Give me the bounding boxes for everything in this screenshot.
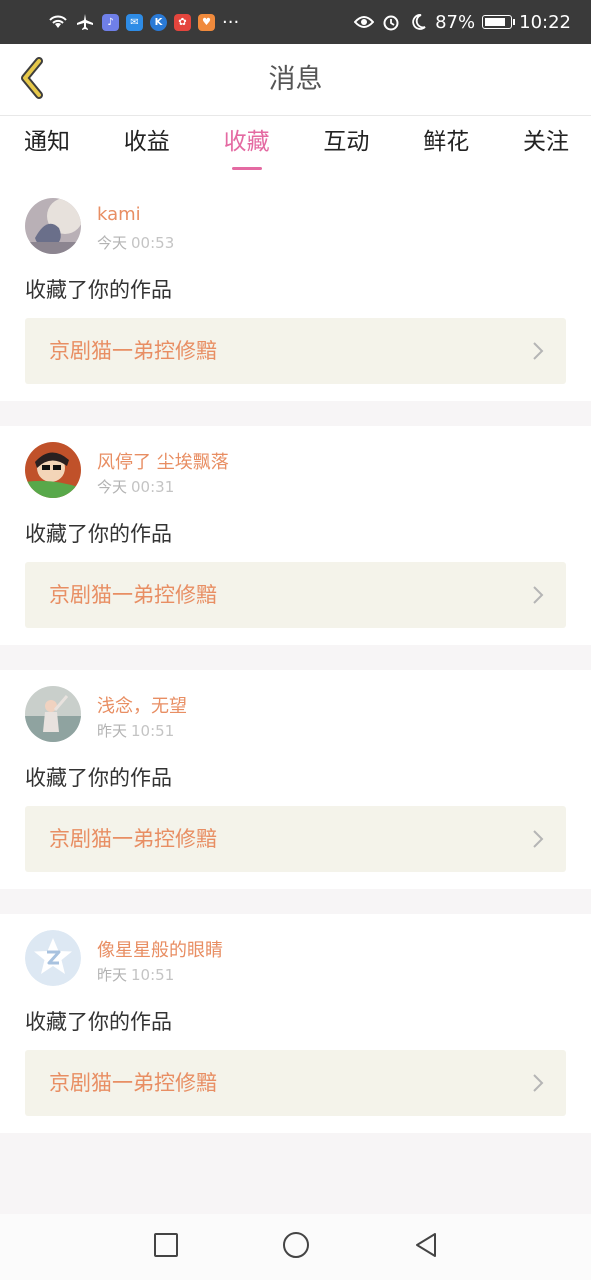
more-notifications: ···	[222, 11, 240, 33]
huawei-app-icon: ✿	[174, 13, 191, 31]
battery-percent: 87%	[435, 11, 476, 33]
username[interactable]: 风停了 尘埃飘落	[97, 448, 229, 474]
action-text: 收藏了你的作品	[25, 522, 172, 546]
page-title: 消息	[268, 64, 323, 95]
system-nav-bar	[0, 1214, 591, 1280]
time-day: 今天	[97, 234, 128, 252]
chevron-right-icon	[532, 341, 544, 365]
message-list: kami 今天 00:53 收藏了你的作品 京剧猫一弟控修黯 风停了 尘埃飘落 今…	[0, 182, 591, 1158]
heart-app-icon: ♥	[198, 13, 215, 31]
wifi-icon	[48, 12, 68, 32]
username[interactable]: kami	[97, 204, 141, 225]
music-app-icon: ♪	[102, 13, 119, 31]
timestamp: 昨天 10:51	[97, 964, 174, 985]
avatar[interactable]	[25, 198, 81, 254]
back-nav-button[interactable]	[411, 1232, 441, 1262]
timestamp: 今天 00:53	[97, 232, 174, 253]
time-day: 今天	[97, 478, 128, 496]
battery-icon	[482, 15, 516, 29]
action-text: 收藏了你的作品	[25, 1010, 172, 1034]
tab-label: 鲜花	[423, 129, 470, 155]
message-card: 风停了 尘埃飘落 今天 00:31 收藏了你的作品 京剧猫一弟控修黯	[0, 426, 591, 645]
time-clock: 10:51	[131, 966, 175, 984]
chevron-right-icon	[532, 1073, 544, 1097]
header: 消息	[0, 44, 591, 116]
time-clock: 00:31	[131, 478, 175, 496]
timestamp: 昨天 10:51	[97, 720, 174, 741]
tab-label: 互动	[323, 129, 370, 155]
alarm-icon	[381, 12, 401, 32]
clock-time: 10:22	[519, 11, 571, 33]
time-clock: 00:53	[131, 234, 175, 252]
tab-notifications[interactable]: 通知	[24, 116, 70, 182]
tab-flowers[interactable]: 鲜花	[423, 116, 469, 182]
tab-label: 收益	[123, 129, 170, 155]
battery-level	[485, 18, 505, 26]
chevron-right-icon	[532, 585, 544, 609]
work-link[interactable]: 京剧猫一弟控修黯	[25, 806, 566, 872]
message-card: 浅念，无望 昨天 10:51 收藏了你的作品 京剧猫一弟控修黯	[0, 670, 591, 889]
tab-earnings[interactable]: 收益	[124, 116, 170, 182]
message-card: 像星星般的眼睛 昨天 10:51 收藏了你的作品 京剧猫一弟控修黯	[0, 914, 591, 1133]
home-button[interactable]	[281, 1232, 311, 1262]
avatar[interactable]	[25, 930, 81, 986]
time-clock: 10:51	[131, 722, 175, 740]
status-left: ♪ ✉ K ✿ ♥ ···	[48, 12, 239, 33]
work-title: 京剧猫一弟控修黯	[49, 1071, 217, 1095]
square-icon	[153, 1232, 179, 1262]
action-text: 收藏了你的作品	[25, 278, 172, 302]
message-card: kami 今天 00:53 收藏了你的作品 京剧猫一弟控修黯	[0, 182, 591, 401]
username[interactable]: 像星星般的眼睛	[97, 936, 223, 962]
avatar[interactable]	[25, 442, 81, 498]
action-text: 收藏了你的作品	[25, 766, 172, 790]
tab-follows[interactable]: 关注	[523, 116, 569, 182]
work-link[interactable]: 京剧猫一弟控修黯	[25, 318, 566, 384]
tab-favorites[interactable]: 收藏	[224, 116, 270, 182]
work-title: 京剧猫一弟控修黯	[49, 827, 217, 851]
work-link[interactable]: 京剧猫一弟控修黯	[25, 562, 566, 628]
eye-icon	[354, 12, 375, 32]
tab-interactions[interactable]: 互动	[323, 116, 369, 182]
tab-label: 收藏	[223, 129, 270, 155]
recent-apps-button[interactable]	[151, 1232, 181, 1262]
airplane-icon	[75, 12, 95, 32]
tab-label: 关注	[522, 129, 569, 155]
username[interactable]: 浅念，无望	[97, 692, 187, 718]
status-bar: ♪ ✉ K ✿ ♥ ··· 87% 10:22	[0, 0, 591, 44]
work-link[interactable]: 京剧猫一弟控修黯	[25, 1050, 566, 1116]
tab-label: 通知	[24, 129, 70, 155]
work-title: 京剧猫一弟控修黯	[49, 339, 217, 363]
time-day: 昨天	[97, 966, 128, 984]
status-right: 87% 10:22	[354, 12, 571, 33]
timestamp: 今天 00:31	[97, 476, 174, 497]
work-title: 京剧猫一弟控修黯	[49, 583, 217, 607]
chevron-right-icon	[532, 829, 544, 853]
triangle-back-icon	[413, 1231, 439, 1263]
tab-indicator	[231, 167, 262, 170]
circle-icon	[282, 1231, 310, 1263]
tab-bar: 通知 收益 收藏 互动 鲜花 关注	[0, 116, 591, 182]
kugou-app-icon: K	[150, 13, 167, 31]
avatar[interactable]	[25, 686, 81, 742]
moon-icon	[408, 12, 428, 32]
time-day: 昨天	[97, 722, 128, 740]
mail-app-icon: ✉	[126, 13, 143, 31]
